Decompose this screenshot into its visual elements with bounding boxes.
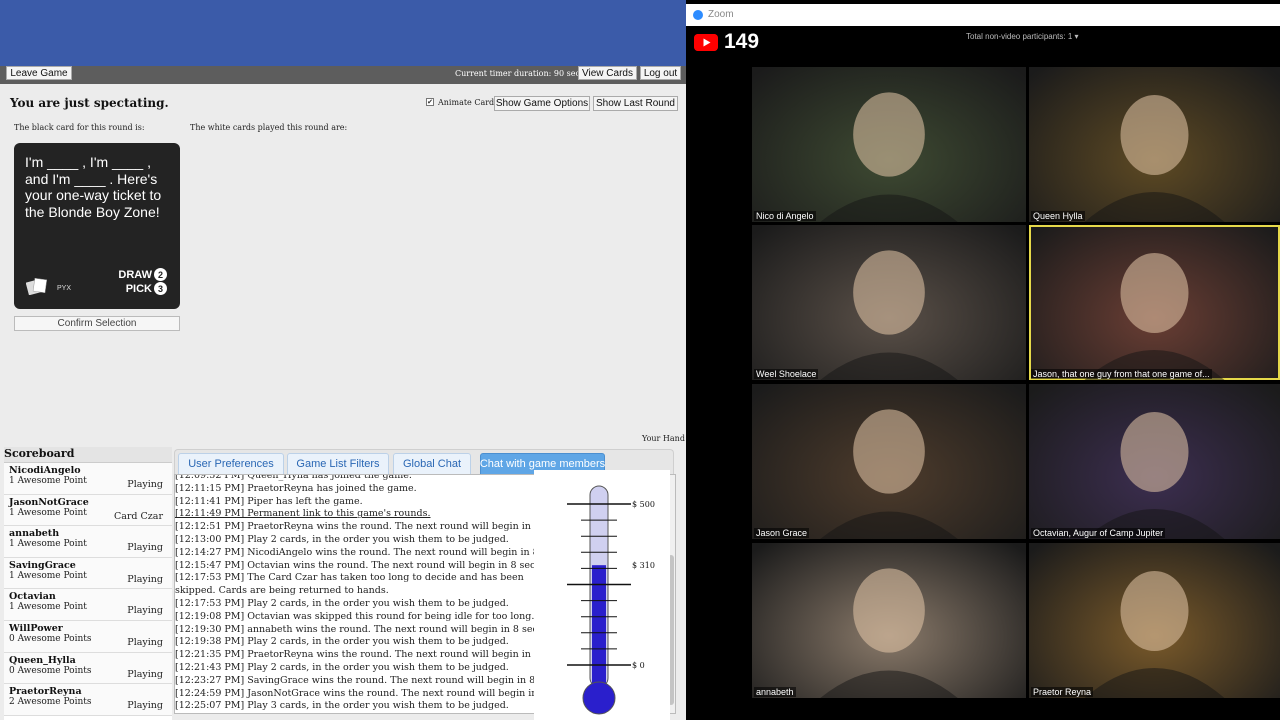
scoreboard-title: Scoreboard [4, 447, 172, 463]
player-status: Playing [127, 700, 163, 712]
player-name: JasonNotGrace [9, 496, 89, 508]
participant-name: Queen Hylla [1031, 211, 1085, 221]
scoreboard-row: JasonNotGrace 1 Awesome Point Card Czar [4, 494, 172, 527]
player-name: Queen_Hylla [9, 654, 76, 666]
participant-video-tile[interactable]: Octavian, Augur of Camp Jupiter [1029, 384, 1280, 539]
animate-cards-label: Animate Cards [438, 98, 499, 107]
black-card-label: The black card for this round is: [14, 123, 145, 132]
pick-count: 3 [154, 282, 167, 295]
show-game-options-button[interactable]: Show Game Options [494, 96, 590, 111]
player-status: Playing [127, 668, 163, 680]
participant-silhouette-icon [820, 568, 958, 698]
black-card-line: the Blonde Boy Zone! [25, 203, 160, 220]
player-name: WillPower [9, 622, 63, 634]
participant-video-tile[interactable]: annabeth [752, 543, 1026, 698]
participant-silhouette-icon [820, 409, 958, 539]
zoom-app-icon [693, 10, 703, 20]
chat-message: [12:17:53 PM] The Card Czar has taken to… [175, 572, 524, 597]
player-name: SavingGrace [9, 559, 76, 571]
player-name: NicodiAngelo [9, 465, 81, 476]
scoreboard-row: SavingGrace 1 Awesome Point Playing [4, 557, 172, 590]
tab-game-list-filters[interactable]: Game List Filters [287, 453, 389, 475]
participant-name: Nico di Angelo [754, 211, 816, 221]
scoreboard-row: annabeth 1 Awesome Point Playing [4, 526, 172, 558]
zoom-window-title: Zoom [708, 9, 734, 20]
participant-name: Jason Grace [754, 528, 810, 538]
draw-label: DRAW [118, 268, 152, 281]
player-status: Playing [127, 542, 163, 554]
black-card-text: I'm ____ , I'm ____ , and I'm ____ . Her… [25, 154, 173, 220]
your-hand-label: Your Hand [642, 434, 685, 443]
participant-silhouette-icon [1084, 95, 1225, 222]
participant-video-tile[interactable]: Weel Shoelace [752, 225, 1026, 380]
participant-video-tile[interactable]: Jason, that one guy from that one game o… [1029, 225, 1280, 380]
scoreboard-row: Octavian 1 Awesome Point Playing [4, 589, 172, 621]
pick-indicator: PICK 3 [126, 282, 167, 295]
participant-name: annabeth [754, 687, 796, 697]
participant-video-tile[interactable]: Praetor Reyna [1029, 543, 1280, 698]
non-video-participants-dropdown[interactable]: Total non-video participants: 1 ▾ [966, 32, 1079, 41]
thermometer-label: $ 310 [632, 561, 655, 570]
scoreboard-row: WillPower 0 Awesome Points Playing [4, 620, 172, 653]
animate-cards-checkbox[interactable]: ✔ [426, 98, 434, 106]
participant-name: Weel Shoelace [754, 369, 819, 379]
player-status: Playing [127, 573, 163, 585]
white-cards-label: The white cards played this round are: [190, 123, 348, 132]
player-status: Playing [127, 636, 163, 648]
live-viewer-count: 149 [724, 30, 760, 53]
participant-video-tile[interactable]: Nico di Angelo [752, 67, 1026, 222]
donation-thermometer: $ 500 $ 310 $ 0 [534, 470, 670, 720]
participant-name: Octavian, Augur of Camp Jupiter [1031, 528, 1166, 538]
player-name: PraetorReyna [9, 686, 82, 698]
youtube-icon [694, 34, 718, 51]
view-cards-button[interactable]: View Cards [578, 66, 637, 80]
pick-label: PICK [125, 282, 152, 295]
thermometer-label: $ 500 [632, 500, 655, 509]
scoreboard: Scoreboard NicodiAngelo 1 Awesome Point Pl… [4, 447, 172, 720]
log-out-button[interactable]: Log out [640, 66, 681, 80]
thermometer-label: $ 0 [632, 661, 645, 670]
participant-silhouette-icon [820, 92, 958, 222]
black-card-line: and I'm ____ . Here's [25, 170, 158, 187]
confirm-selection-button[interactable]: Confirm Selection [14, 316, 180, 331]
participant-silhouette-icon [1084, 253, 1225, 380]
tab-user-preferences[interactable]: User Preferences [178, 453, 284, 475]
spectating-notice: You are just spectating. [10, 96, 169, 110]
browser-header [0, 0, 686, 66]
draw-indicator: DRAW 2 [118, 268, 167, 281]
zoom-window: Zoom 149 Total non-video participants: 1… [686, 0, 1280, 720]
player-status: Card Czar [113, 510, 163, 522]
black-card: I'm ____ , I'm ____ , and I'm ____ . Her… [14, 143, 180, 309]
player-status: Playing [127, 479, 163, 490]
player-name: annabeth [9, 528, 60, 540]
thermometer-fill [592, 565, 606, 685]
black-card-line: I'm ____ , I'm ____ , [25, 154, 151, 170]
card-brand: PYX [57, 285, 72, 292]
tab-global-chat[interactable]: Global Chat [393, 453, 471, 475]
cards-logo-icon [26, 277, 48, 295]
show-last-round-button[interactable]: Show Last Round [593, 96, 678, 111]
zoom-title-bar: Zoom [686, 4, 1280, 26]
participant-video-tile[interactable]: Jason Grace [752, 384, 1026, 539]
draw-count: 2 [154, 268, 167, 281]
participant-video-tile[interactable]: Queen Hylla [1029, 67, 1280, 222]
participant-name: Praetor Reyna [1031, 687, 1094, 697]
participant-name: Jason, that one guy from that one game o… [1031, 369, 1212, 379]
participant-silhouette-icon [820, 250, 958, 380]
leave-game-button[interactable]: Leave Game [6, 66, 72, 80]
player-name: Octavian [9, 591, 56, 603]
participant-silhouette-icon [1084, 412, 1225, 539]
participant-silhouette-icon [1084, 571, 1225, 698]
thermometer-bulb [582, 681, 616, 715]
scoreboard-row: PraetorReyna 2 Awesome Points Playing [4, 684, 172, 716]
scoreboard-row: Queen_Hylla 0 Awesome Points Playing [4, 652, 172, 685]
game-pane: Leave Game Current timer duration: 90 se… [0, 0, 686, 720]
scoreboard-row: NicodiAngelo 1 Awesome Point Playing [4, 463, 172, 495]
black-card-line: your one-way ticket to [25, 187, 162, 203]
player-status: Playing [127, 605, 163, 617]
